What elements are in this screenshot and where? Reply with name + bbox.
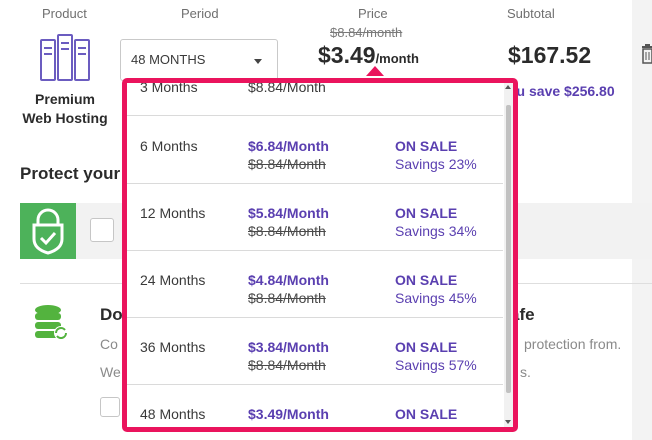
option-sale-price: $6.84/Month	[248, 138, 329, 154]
database-sync-icon	[35, 305, 68, 340]
scroll-down-arrow-icon[interactable]	[505, 420, 511, 424]
period-option-3-months[interactable]: 3 Months $8.84/Month	[127, 79, 503, 116]
option-term: 12 Months	[140, 205, 206, 221]
backup-addon-checkbox[interactable]	[100, 397, 120, 417]
option-price: $8.84/Month	[248, 79, 326, 95]
backup-description-start: Co	[100, 336, 118, 352]
period-select-value: 48 MONTHS	[131, 52, 206, 67]
option-sale-price: $4.84/Month	[248, 272, 329, 288]
backup-section-title: Do	[100, 305, 123, 324]
option-term: 6 Months	[140, 138, 198, 154]
chevron-down-icon	[254, 59, 262, 64]
option-regular-price: $8.84/Month	[248, 290, 326, 306]
option-regular-price: $8.84/Month	[248, 156, 326, 172]
dropdown-pointer	[366, 66, 384, 76]
savings-text: ou save $256.80	[508, 83, 615, 99]
period-option-24-months[interactable]: 24 Months $4.84/Month $8.84/Month ON SAL…	[127, 251, 503, 318]
option-savings: Savings 61%	[395, 424, 477, 432]
option-regular-price: $8.84/Month	[248, 357, 326, 373]
option-sale-price: $5.84/Month	[248, 205, 329, 221]
option-term: 48 Months	[140, 406, 206, 422]
option-term: 3 Months	[140, 79, 198, 95]
subtotal-column-header: Subtotal	[507, 6, 555, 21]
product-name-line2: Web Hosting	[22, 110, 108, 126]
scroll-up-arrow-icon[interactable]	[505, 85, 511, 89]
backup-description-line2-start: We	[100, 364, 121, 380]
option-regular-price: $8.84/Month	[248, 424, 326, 432]
on-sale-badge: ON SALE	[395, 205, 458, 221]
trash-icon[interactable]	[641, 44, 652, 64]
protect-addon-checkbox[interactable]	[90, 218, 114, 242]
original-price: $8.84/month	[330, 25, 403, 40]
server-rack-icon	[40, 34, 90, 81]
shield-lock-icon	[32, 208, 64, 255]
option-term: 36 Months	[140, 339, 206, 355]
product-column-header: Product	[42, 6, 87, 21]
subtotal-amount: $167.52	[508, 42, 592, 68]
period-select[interactable]: 48 MONTHS	[120, 39, 278, 81]
product-name: Premium Web Hosting	[14, 90, 116, 128]
option-savings: Savings 23%	[395, 156, 477, 172]
on-sale-badge: ON SALE	[395, 406, 458, 422]
option-savings: Savings 45%	[395, 290, 477, 306]
current-price-amount: $3.49	[318, 42, 376, 68]
current-price-unit: /month	[375, 51, 419, 66]
current-price: $3.49/month	[318, 42, 419, 69]
product-name-line1: Premium	[35, 91, 95, 107]
on-sale-badge: ON SALE	[395, 339, 458, 355]
option-sale-price: $3.84/Month	[248, 339, 329, 355]
on-sale-badge: ON SALE	[395, 138, 458, 154]
backup-description-line2-end: s.	[520, 364, 531, 380]
period-option-12-months[interactable]: 12 Months $5.84/Month $8.84/Month ON SAL…	[127, 184, 503, 251]
on-sale-badge: ON SALE	[395, 272, 458, 288]
period-column-header: Period	[181, 6, 219, 21]
period-dropdown-list: 3 Months $8.84/Month 6 Months $6.84/Mont…	[122, 78, 518, 432]
option-term: 24 Months	[140, 272, 206, 288]
period-option-6-months[interactable]: 6 Months $6.84/Month $8.84/Month ON SALE…	[127, 117, 503, 184]
option-sale-price: $3.49/Month	[248, 406, 329, 422]
protect-addon-icon-box	[20, 203, 76, 259]
option-savings: Savings 57%	[395, 357, 477, 373]
backup-description-end: protection from.	[524, 336, 622, 352]
option-regular-price: $8.84/Month	[248, 223, 326, 239]
price-column-header: Price	[358, 6, 388, 21]
period-option-48-months[interactable]: 48 Months $3.49/Month $8.84/Month ON SAL…	[127, 385, 503, 432]
option-savings: Savings 34%	[395, 223, 477, 239]
protect-section-title: Protect your	[20, 164, 121, 183]
dropdown-scrollbar-thumb[interactable]	[506, 105, 511, 393]
period-option-36-months[interactable]: 36 Months $3.84/Month $8.84/Month ON SAL…	[127, 318, 503, 385]
